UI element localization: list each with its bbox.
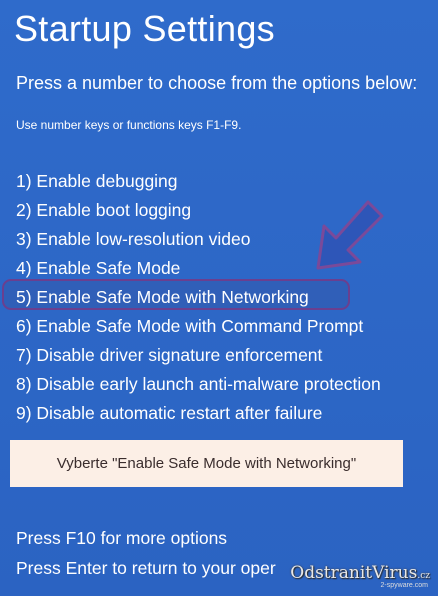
option-enable-safe-mode-networking[interactable]: 5) Enable Safe Mode with Networking xyxy=(16,286,381,315)
watermark-logo: OdstranitVirus.cz 2-spyware.com xyxy=(288,563,436,593)
arrow-down-left-icon xyxy=(316,200,384,270)
watermark-tagline: 2-spyware.com xyxy=(380,582,428,589)
instruction-banner: Vyberte "Enable Safe Mode with Networkin… xyxy=(10,440,403,487)
watermark-brand: OdstranitVirus.cz xyxy=(290,563,430,583)
option-disable-automatic-restart[interactable]: 9) Disable automatic restart after failu… xyxy=(16,402,381,431)
option-disable-driver-signature[interactable]: 7) Disable driver signature enforcement xyxy=(16,344,381,373)
return-text: Press Enter to return to your oper xyxy=(16,558,276,578)
instructions-subtitle: Press a number to choose from the option… xyxy=(16,73,418,93)
option-enable-safe-mode-command-prompt[interactable]: 6) Enable Safe Mode with Command Prompt xyxy=(16,315,381,344)
more-options-text: Press F10 for more options xyxy=(16,528,228,548)
option-enable-debugging[interactable]: 1) Enable debugging xyxy=(16,170,381,199)
option-disable-early-launch-antimalware[interactable]: 8) Disable early launch anti-malware pro… xyxy=(16,373,381,402)
startup-settings-screen: Startup Settings Press a number to choos… xyxy=(0,0,438,596)
key-hint: Use number keys or functions keys F1-F9. xyxy=(16,118,242,132)
page-title: Startup Settings xyxy=(14,8,275,49)
